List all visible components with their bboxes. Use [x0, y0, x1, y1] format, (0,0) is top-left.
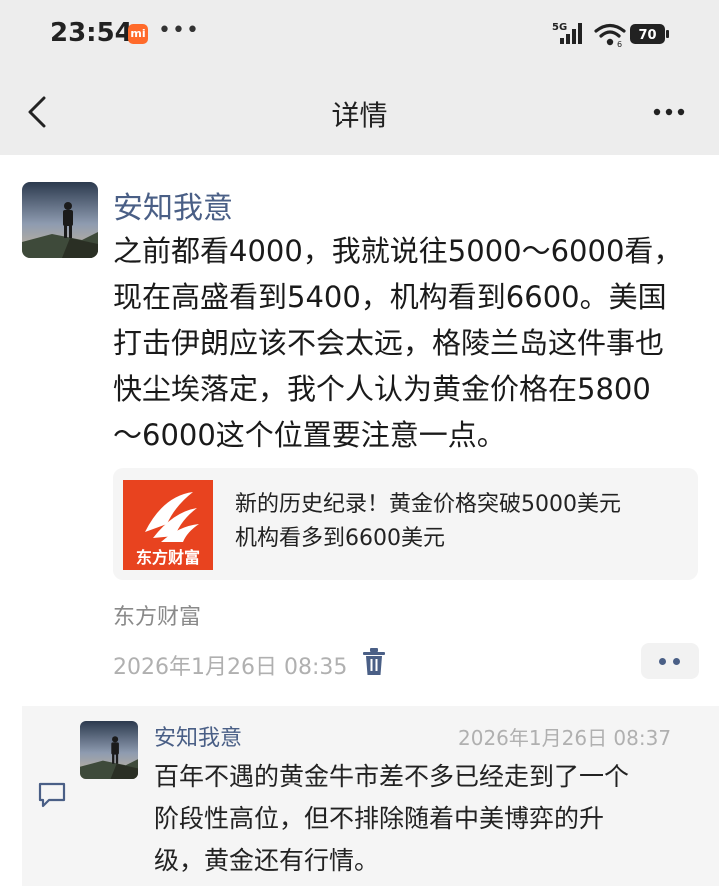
logo-text: 东方财富: [136, 548, 200, 567]
notification-dots: •••: [158, 18, 200, 43]
source-label[interactable]: 东方财富: [113, 599, 201, 631]
comment-section: 安知我意 2026年1月26日 08:37 百年不遇的黄金牛市差不多已经走到了一…: [22, 706, 719, 886]
top-area: 23:54 mi ••• 5G 6 70 详情: [0, 0, 719, 155]
comment-icon: [38, 782, 66, 808]
comment-line: 阶段性高位，但不排除随着中美博弈的升: [154, 804, 605, 833]
content-line: 之前都看4000，我就说往5000～6000看，: [113, 234, 683, 268]
status-bar: 23:54 mi ••• 5G 6 70: [0, 0, 719, 70]
comment-text[interactable]: 百年不遇的黄金牛市差不多已经走到了一个 阶段性高位，但不排除随着中美博弈的升 级…: [154, 756, 629, 882]
content-line: ～6000这个位置要注意一点。: [113, 418, 506, 452]
comment-line: 级，黄金还有行情。: [154, 846, 380, 875]
nav-bar: 详情: [0, 70, 719, 155]
author-name[interactable]: 安知我意: [113, 183, 233, 227]
clock: 23:54: [50, 18, 133, 48]
mi-badge-icon: mi: [128, 24, 148, 44]
content-line: 现在高盛看到5400，机构看到6600。美国: [113, 280, 667, 314]
cellular-signal-icon: 5G: [552, 22, 582, 44]
like-comment-button[interactable]: [641, 643, 699, 679]
post-content: 之前都看4000，我就说往5000～6000看， 现在高盛看到5400，机构看到…: [113, 228, 703, 458]
commenter-name[interactable]: 安知我意: [154, 720, 242, 752]
page-title: 详情: [331, 99, 388, 132]
author-avatar[interactable]: [22, 182, 98, 258]
link-title-line: 机构看多到6600美元: [235, 526, 445, 551]
eastmoney-logo: 东方财富: [123, 480, 213, 570]
more-options-icon[interactable]: [644, 90, 694, 134]
content-line: 打击伊朗应该不会太远，格陵兰岛这件事也: [113, 326, 665, 360]
network-type-label: 5G: [552, 22, 567, 33]
post-timestamp: 2026年1月26日 08:35: [113, 655, 348, 680]
news-link-card[interactable]: 东方财富 新的历史纪录！黄金价格突破5000美元 机构看多到6600美元: [113, 468, 698, 580]
link-title: 新的历史纪录！黄金价格突破5000美元 机构看多到6600美元: [235, 488, 621, 556]
comment-timestamp: 2026年1月26日 08:37: [458, 726, 672, 750]
battery-icon: 70: [630, 24, 669, 44]
svg-text:6: 6: [617, 40, 622, 48]
battery-level: 70: [638, 28, 656, 43]
wifi-icon: 6: [594, 23, 626, 48]
post-card: 安知我意 之前都看4000，我就说往5000～6000看， 现在高盛看到5400…: [0, 155, 719, 886]
link-title-line: 新的历史纪录！黄金价格突破5000美元: [235, 492, 621, 517]
content-line: 快尘埃落定，我个人认为黄金价格在5800: [113, 372, 651, 406]
commenter-avatar[interactable]: [80, 721, 138, 779]
trash-icon[interactable]: [362, 648, 386, 676]
comment-line: 百年不遇的黄金牛市差不多已经走到了一个: [154, 762, 630, 791]
